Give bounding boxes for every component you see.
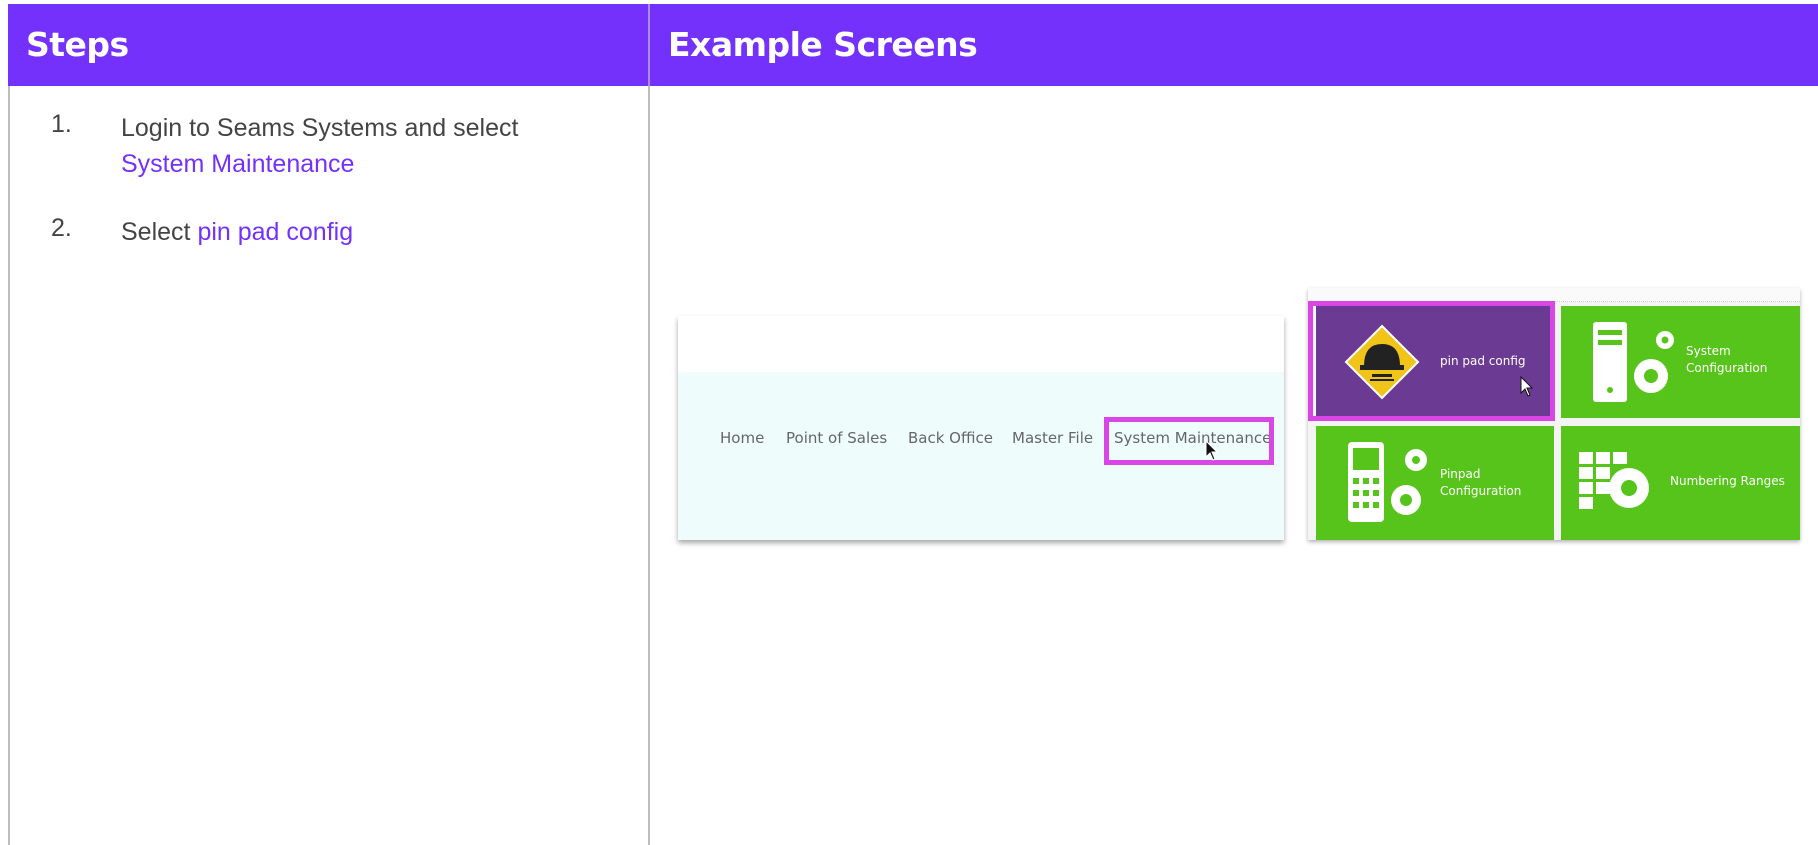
tile-system-configuration[interactable]: System Configuration (1561, 306, 1800, 418)
tile-numbering-ranges[interactable]: Numbering Ranges (1561, 426, 1800, 540)
steps-table: Steps Example Screens 1. Login to Seams … (8, 4, 1818, 845)
tiles-screenshot: pin pad config System Configuration Pinp… (1308, 288, 1800, 540)
highlight-box (1104, 417, 1274, 465)
highlight-box (1308, 301, 1555, 421)
examples-column-header: Example Screens (668, 25, 978, 64)
step-number: 1. (51, 110, 72, 138)
nav-item-point-of-sales[interactable]: Point of Sales (786, 429, 887, 447)
nav-item-home[interactable]: Home (720, 429, 764, 447)
tile-label-line1: System (1686, 344, 1731, 358)
step-number: 2. (51, 214, 72, 242)
nav-item-master-file[interactable]: Master File (1012, 429, 1093, 447)
pin-pad-config-link[interactable]: pin pad config (197, 218, 353, 246)
step-text: Select pin pad config (121, 214, 631, 250)
step-description: Select (121, 218, 198, 246)
nav-item-back-office[interactable]: Back Office (908, 429, 993, 447)
steps-column-header: Steps (26, 25, 129, 64)
computer-gear-icon (1593, 322, 1674, 402)
steps-list: 1. Login to Seams Systems and select Sys… (8, 100, 648, 274)
tile-label-line1: Pinpad (1440, 467, 1481, 481)
mouse-cursor-icon (1205, 440, 1219, 461)
pinpad-gear-icon (1348, 442, 1427, 522)
system-maintenance-link[interactable]: System Maintenance (121, 150, 354, 178)
tile-label: Numbering Ranges (1670, 474, 1785, 488)
tiles-top-strip (1308, 288, 1800, 302)
mouse-cursor-icon (1520, 376, 1534, 397)
tile-label-line2: Configuration (1440, 484, 1522, 498)
tile-label-line2: Configuration (1686, 361, 1768, 375)
tile-pinpad-configuration[interactable]: Pinpad Configuration (1316, 426, 1554, 540)
page: Steps Example Screens 1. Login to Seams … (0, 0, 1818, 845)
column-divider (648, 4, 650, 845)
table-header: Steps Example Screens (8, 4, 1818, 86)
grid-gear-icon (1579, 452, 1649, 509)
nav-bar-screenshot: Home Point of Sales Back Office Master F… (678, 316, 1284, 540)
step-item-1: 1. Login to Seams Systems and select Sys… (8, 100, 648, 204)
step-text: Login to Seams Systems and select System… (121, 110, 631, 182)
step-item-2: 2. Select pin pad config (8, 204, 648, 274)
header-divider (648, 4, 650, 86)
step-description: Login to Seams Systems and select (121, 114, 519, 142)
